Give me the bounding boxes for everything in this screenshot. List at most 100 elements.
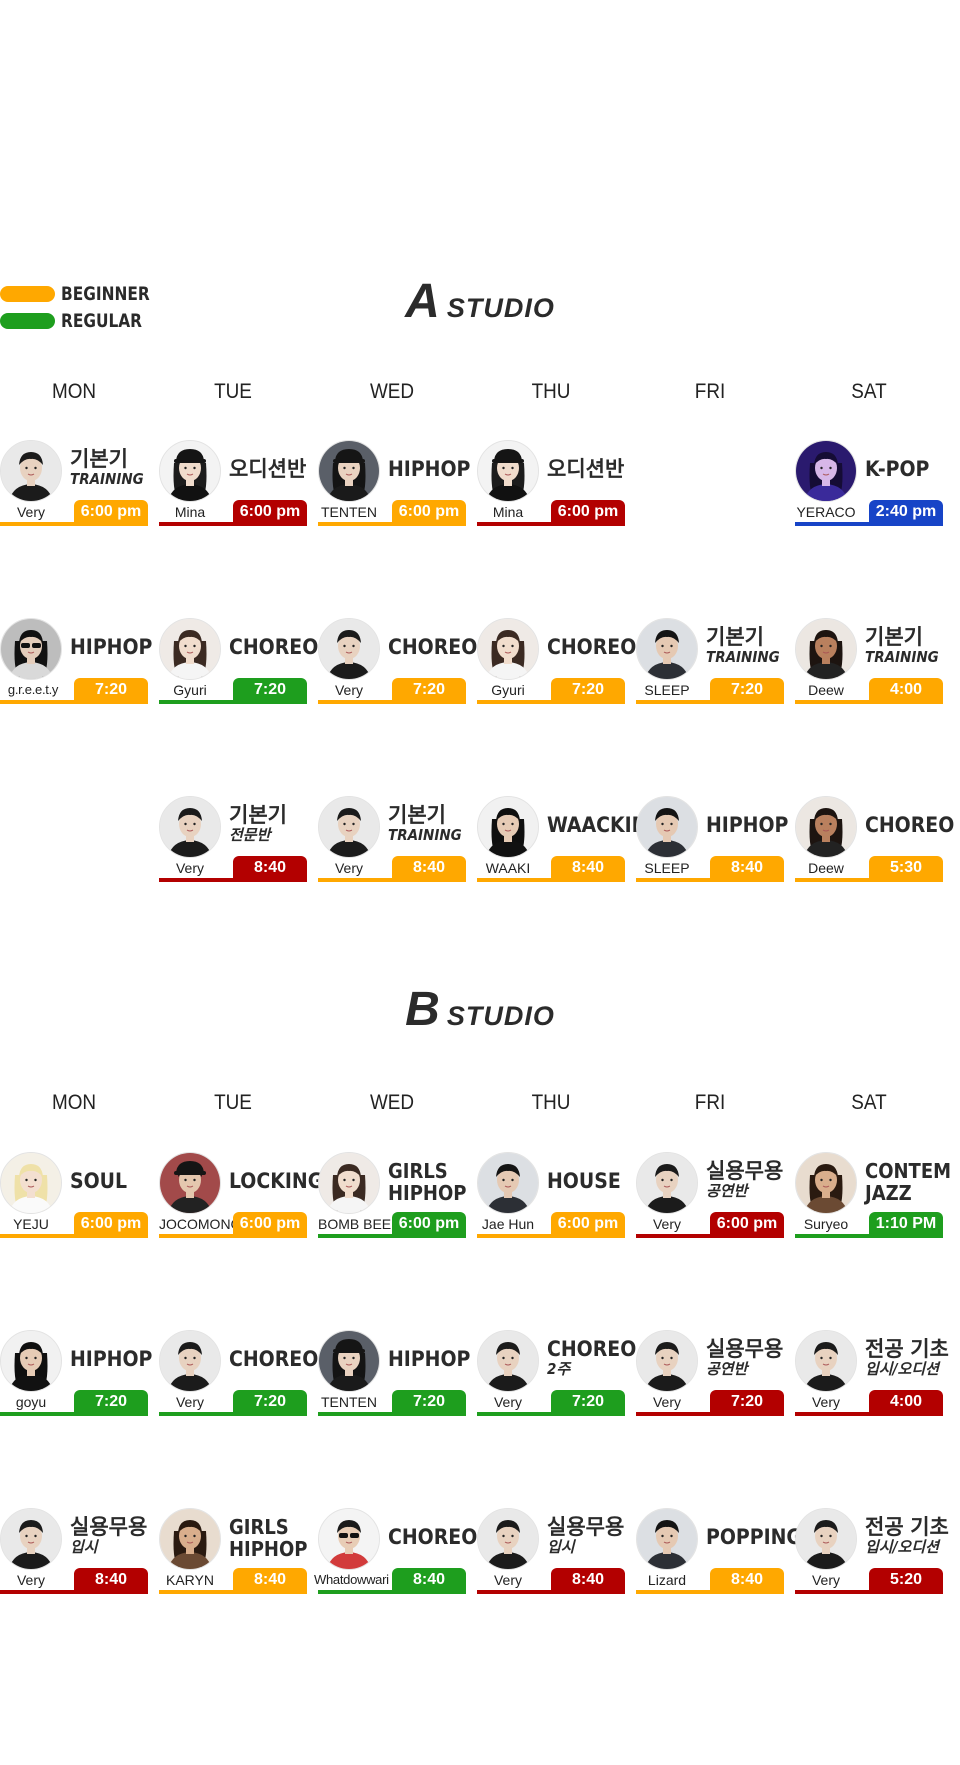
class-card[interactable]: 실용무용 공연반 Very 6:00 pm [636,1152,784,1238]
class-time-badge: 7:20 [233,678,307,702]
class-card[interactable]: 기본기 TRAINING Very 8:40 [318,796,466,882]
class-card[interactable]: HIPHOP SLEEP 8:40 [636,796,788,882]
class-name: 실용무용 [547,1515,625,1539]
class-title: CHOREO [547,636,636,658]
class-card[interactable]: 오디션반 Mina 6:00 pm [477,440,625,526]
class-card[interactable]: CHOREO Gyuri 7:20 [477,618,636,704]
class-title: 오디션반 [547,458,629,480]
class-name: CONTEM [865,1159,952,1183]
class-card[interactable]: CHOREO Very 7:20 [318,618,477,704]
class-card[interactable]: HIPHOP TENTEN 7:20 [318,1330,470,1416]
class-time-badge: 7:20 [74,1390,148,1414]
class-card[interactable]: GIRLS HIPHOP BOMB BEE 6:00 pm [318,1152,466,1238]
class-name: 기본기 [229,803,287,827]
class-card[interactable]: GIRLS HIPHOP KARYN 8:40 [159,1508,307,1594]
class-time-badge: 6:00 pm [74,1212,148,1236]
class-card[interactable]: 기본기 TRAINING Deew 4:00 [795,618,943,704]
class-name: CHOREO [388,1525,478,1549]
class-time-badge: 8:40 [551,1568,625,1592]
class-card[interactable]: 실용무용 입시 Very 8:40 [0,1508,148,1594]
class-title: 기본기 TRAINING [865,626,947,666]
class-title: 실용무용 공연반 [706,1338,788,1378]
teacher-name: SLEEP [644,682,690,698]
class-time-badge: 6:00 pm [710,1212,784,1236]
class-title: 실용무용 입시 [547,1516,629,1556]
teacher-avatar [636,1330,698,1392]
class-card[interactable]: CHOREO Gyuri 7:20 [159,618,318,704]
class-subtitle: TRAINING [865,648,939,666]
class-card[interactable]: HOUSE Jae Hun 6:00 pm [477,1152,625,1238]
class-card[interactable]: HIPHOP goyu 7:20 [0,1330,152,1416]
teacher-avatar [318,1152,380,1214]
class-title: CHOREO [229,636,318,658]
class-name: WAACKING [547,813,663,837]
class-name: 기본기 [388,803,446,827]
class-card[interactable]: CONTEM JAZZ Suryeo 1:10 PM [795,1152,951,1238]
class-title: HIPHOP [70,1348,152,1370]
class-card[interactable]: 실용무용 공연반 Very 7:20 [636,1330,784,1416]
class-card[interactable]: HIPHOP g.r.e.e.t.y 7:20 [0,618,152,704]
class-name: HIPHOP [388,1347,471,1371]
class-card[interactable]: 오디션반 Mina 6:00 pm [159,440,307,526]
class-card[interactable]: LOCKING JOCOMONG 6:00 pm [159,1152,323,1238]
class-card[interactable]: 전공 기초 입시/오디션 Very 5:20 [795,1508,949,1594]
class-title: WAACKING [547,813,663,837]
class-title: 전공 기초 입시/오디션 [865,1337,949,1378]
class-name: 기본기 [70,447,128,471]
teacher-avatar [318,1508,380,1570]
class-card[interactable]: CHOREO Whatdowwari 8:40 [314,1508,477,1594]
teacher-avatar [477,618,539,680]
class-time-badge: 2:40 pm [869,500,943,524]
class-title: HIPHOP [706,814,788,836]
teacher-avatar [0,440,62,502]
class-card[interactable]: WAACKING WAAKI 8:40 [477,796,663,882]
class-card[interactable]: 기본기 TRAINING Very 6:00 pm [0,440,148,526]
teacher-name: Very [652,1394,681,1410]
day-header-wed: WED [369,380,415,403]
class-card[interactable]: 실용무용 입시 Very 8:40 [477,1508,625,1594]
class-name: 실용무용 [70,1515,148,1539]
teacher-name: Very [811,1394,840,1410]
class-card[interactable]: CHOREO 2주 Very 7:20 [477,1330,636,1416]
class-name: 실용무용 [706,1159,784,1183]
class-title: GIRLS HIPHOP [229,1516,311,1560]
class-time-badge: 6:00 pm [392,1212,466,1236]
teacher-name: Mina [492,504,524,520]
class-title: 기본기 TRAINING [70,448,152,488]
teacher-name: Very [652,1216,681,1232]
teacher-avatar [0,1508,62,1570]
teacher-avatar [318,618,380,680]
day-header-fri: FRI [694,1091,726,1114]
day-header-sat: SAT [851,1091,887,1114]
teacher-name: Gyuri [491,682,525,698]
class-name: 기본기 [706,625,764,649]
class-name: 전공 기초 [865,1337,949,1361]
teacher-avatar [159,440,221,502]
class-card[interactable]: 기본기 전문반 Very 8:40 [159,796,307,882]
teacher-avatar [795,618,857,680]
class-card[interactable]: CHOREO Deew 5:30 [795,796,954,882]
teacher-name: Very [16,1572,45,1588]
class-title: 실용무용 입시 [70,1516,152,1556]
class-card[interactable]: 기본기 TRAINING SLEEP 7:20 [636,618,784,704]
class-title: CHOREO [229,1348,318,1370]
class-card[interactable]: SOUL YEJU 6:00 pm [0,1152,148,1238]
class-name: GIRLS [229,1515,289,1539]
teacher-name: BOMB BEE [318,1216,392,1232]
class-card[interactable]: HIPHOP TENTEN 6:00 pm [318,440,470,526]
teacher-name: goyu [15,1394,47,1410]
teacher-avatar [159,1508,221,1570]
class-title: 기본기 TRAINING [706,626,788,666]
class-name: 실용무용 [706,1337,784,1361]
teacher-name: JOCOMONG [159,1216,242,1232]
class-name: LOCKING [229,1169,324,1193]
teacher-avatar [318,440,380,502]
class-subtitle: 전문반 [229,826,271,844]
day-header-sat: SAT [851,380,887,403]
studio-a-letter: A [405,275,441,328]
class-card[interactable]: 전공 기초 입시/오디션 Very 4:00 [795,1330,949,1416]
class-card[interactable]: POPPING Lizard 8:40 [636,1508,802,1594]
class-card[interactable]: K-POP YERACO 2:40 pm [795,440,943,526]
class-card[interactable]: CHOREO Very 7:20 [159,1330,318,1416]
class-subtitle: 입시 [547,1538,575,1556]
